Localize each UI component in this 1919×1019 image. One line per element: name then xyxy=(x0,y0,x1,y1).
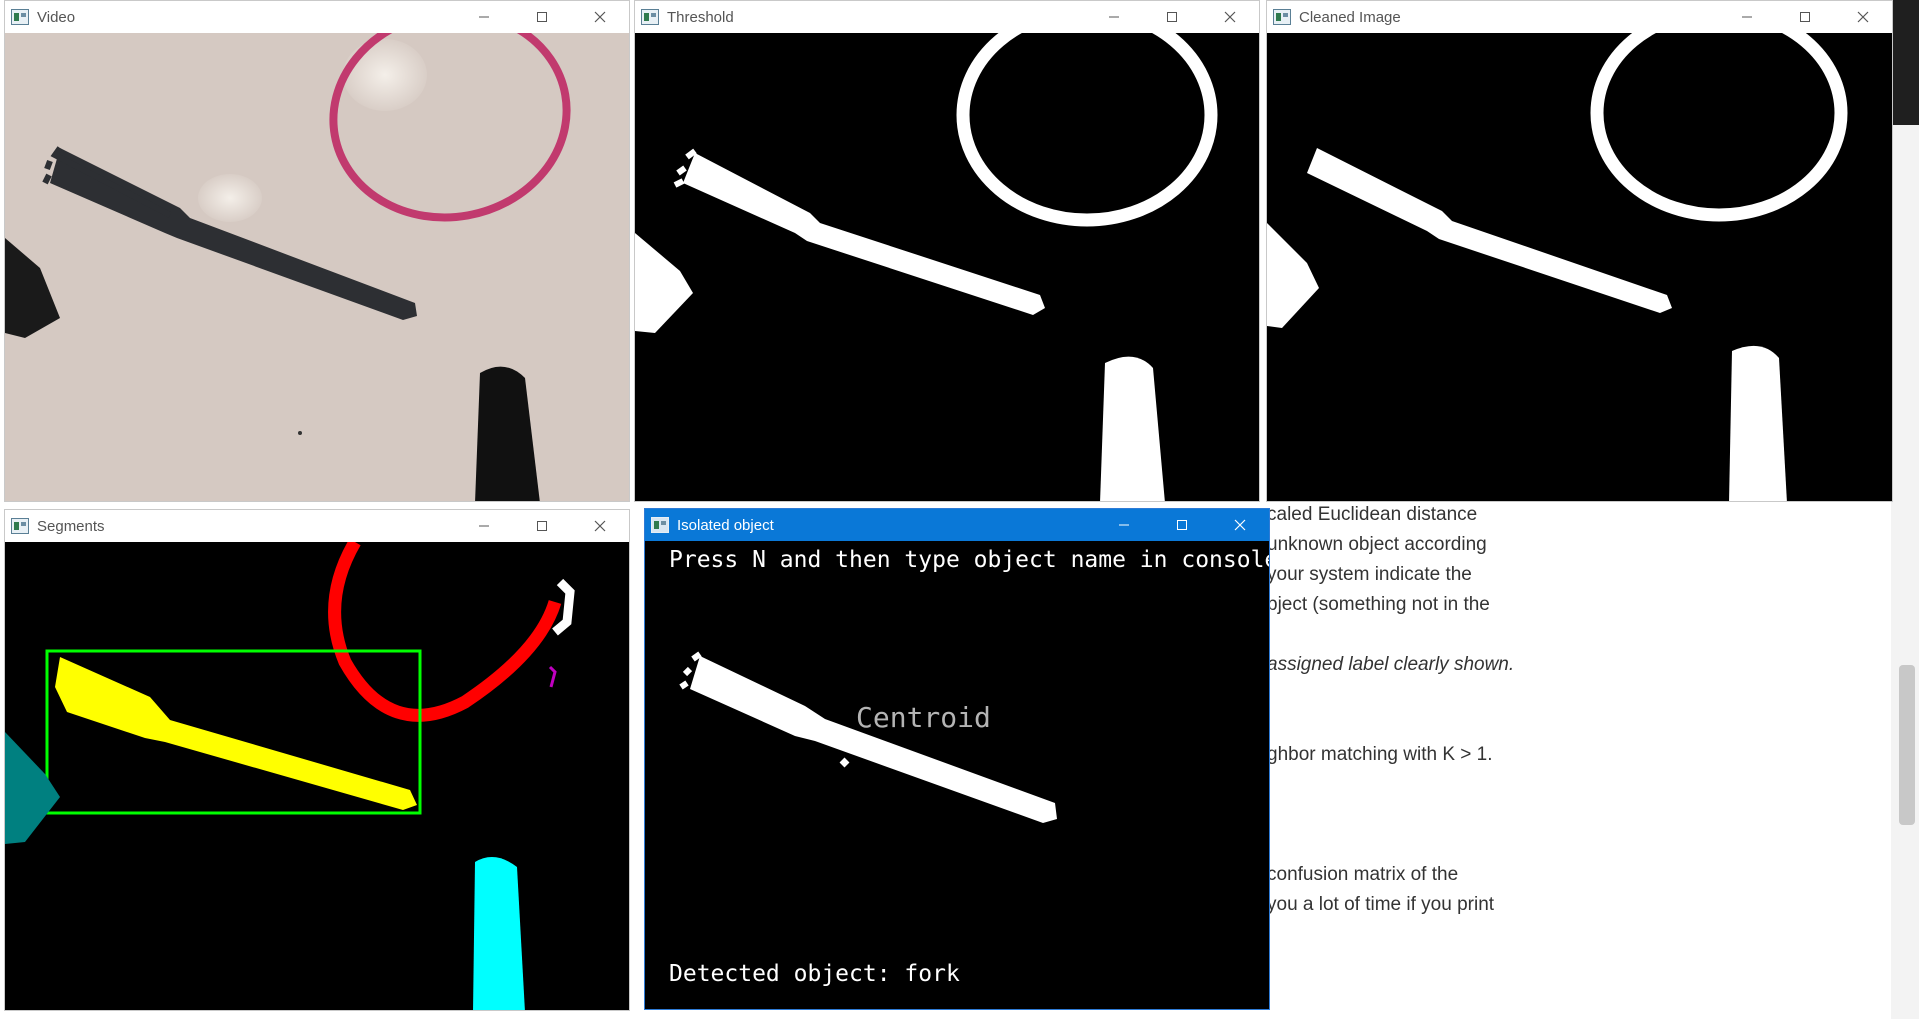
minimize-icon[interactable] xyxy=(455,510,513,542)
doc-line: your system indicate the xyxy=(1267,564,1472,585)
threshold-frame xyxy=(635,33,1259,501)
cleaned-window[interactable]: Cleaned Image xyxy=(1266,0,1893,502)
centroid-label: Centroid xyxy=(856,701,991,734)
maximize-icon[interactable] xyxy=(513,1,571,33)
minimize-icon[interactable] xyxy=(1085,1,1143,33)
window-title: Threshold xyxy=(667,8,734,26)
segments-frame xyxy=(5,542,629,1010)
threshold-window[interactable]: Threshold xyxy=(634,0,1260,502)
minimize-icon[interactable] xyxy=(1095,509,1153,541)
centroid-marker xyxy=(839,757,850,768)
app-icon xyxy=(651,517,669,533)
close-icon[interactable] xyxy=(1834,1,1892,33)
segments-image xyxy=(5,542,575,1010)
isolated-frame: Press N and then type object name in con… xyxy=(645,541,1269,1009)
instruction-text: Press N and then type object name in con… xyxy=(669,547,1269,573)
isolated-image xyxy=(679,651,1057,823)
maximize-icon[interactable] xyxy=(513,510,571,542)
doc-line xyxy=(1267,710,1527,740)
doc-line: caled Euclidean distance xyxy=(1267,504,1478,525)
teal-segment xyxy=(5,732,60,844)
red-segment xyxy=(328,542,562,722)
video-titlebar[interactable]: Video xyxy=(5,1,629,33)
isolated-titlebar[interactable]: Isolated object xyxy=(645,509,1269,541)
threshold-image xyxy=(635,33,1218,501)
cyan-segment xyxy=(473,857,525,1010)
background-app-strip xyxy=(1891,0,1919,125)
cleaned-image xyxy=(1267,33,1848,501)
app-icon xyxy=(641,9,659,25)
document-text: caled Euclidean distance unknown object … xyxy=(1267,500,1527,920)
app-icon xyxy=(11,9,29,25)
maximize-icon[interactable] xyxy=(1776,1,1834,33)
window-title: Isolated object xyxy=(677,516,774,534)
window-title: Segments xyxy=(37,517,105,535)
window-title: Cleaned Image xyxy=(1299,8,1401,26)
close-icon[interactable] xyxy=(571,510,629,542)
doc-line: ghbor matching with K > 1. xyxy=(1267,744,1493,765)
document-scrollbar[interactable] xyxy=(1891,125,1919,1019)
doc-line: assigned label clearly shown. xyxy=(1267,654,1515,675)
minimize-icon[interactable] xyxy=(455,1,513,33)
app-icon xyxy=(11,518,29,534)
video-frame xyxy=(5,33,629,501)
doc-line xyxy=(1267,830,1527,860)
threshold-titlebar[interactable]: Threshold xyxy=(635,1,1259,33)
video-window[interactable]: Video xyxy=(4,0,630,502)
app-icon xyxy=(1273,9,1291,25)
fork-mask xyxy=(690,656,1057,823)
close-icon[interactable] xyxy=(1211,509,1269,541)
doc-line: you a lot of time if you print xyxy=(1267,894,1495,915)
doc-line: unknown object according xyxy=(1267,534,1487,555)
doc-line: confusion matrix of the xyxy=(1267,864,1459,885)
isolated-object-window[interactable]: Isolated object Press N and then type ob… xyxy=(644,508,1270,1010)
detected-object-text: Detected object: fork xyxy=(669,961,960,987)
maximize-icon[interactable] xyxy=(1143,1,1201,33)
scrollbar-thumb[interactable] xyxy=(1899,665,1915,825)
doc-line xyxy=(1267,680,1527,710)
video-scene xyxy=(5,33,629,501)
doc-line xyxy=(1267,800,1527,830)
doc-line xyxy=(1267,620,1527,650)
maximize-icon[interactable] xyxy=(1153,509,1211,541)
cleaned-frame xyxy=(1267,33,1892,501)
window-title: Video xyxy=(37,8,76,26)
close-icon[interactable] xyxy=(1201,1,1259,33)
close-icon[interactable] xyxy=(571,1,629,33)
doc-line: bject (something not in the xyxy=(1267,594,1490,615)
doc-line xyxy=(1267,770,1527,800)
segments-titlebar[interactable]: Segments xyxy=(5,510,629,542)
cleaned-titlebar[interactable]: Cleaned Image xyxy=(1267,1,1892,33)
minimize-icon[interactable] xyxy=(1718,1,1776,33)
segments-window[interactable]: Segments xyxy=(4,509,630,1011)
